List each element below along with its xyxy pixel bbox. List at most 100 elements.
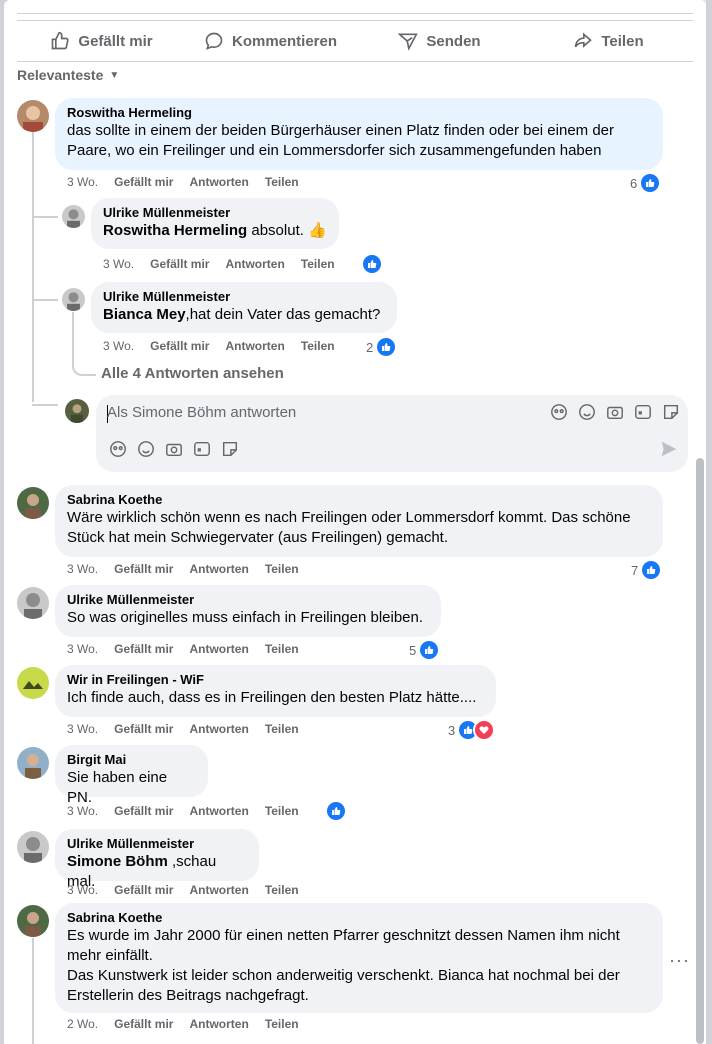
avatar[interactable] xyxy=(17,487,49,519)
comment-reply-link[interactable]: Antworten xyxy=(189,804,248,818)
comment-time[interactable]: 3 Wo. xyxy=(103,257,134,271)
reaction-count[interactable]: 5 xyxy=(409,639,441,661)
comment-reply-link[interactable]: Antworten xyxy=(189,642,248,656)
comment-sort-dropdown[interactable]: Relevanteste ▼ xyxy=(17,67,119,83)
comment-like-link[interactable]: Gefällt mir xyxy=(114,175,173,189)
comment-time[interactable]: 2 Wo. xyxy=(67,1017,98,1031)
comment-action-button[interactable]: Kommentieren xyxy=(186,21,355,61)
send-icon[interactable] xyxy=(660,440,678,458)
composer-toolbar-bottom xyxy=(109,440,239,458)
comment-reply-link[interactable]: Antworten xyxy=(189,562,248,576)
comment-author[interactable]: Sabrina Koethe xyxy=(67,910,651,926)
reaction-count[interactable] xyxy=(361,253,383,275)
more-options-icon[interactable]: ··· xyxy=(669,950,690,971)
comment-share-link[interactable]: Teilen xyxy=(265,562,299,576)
mention-link[interactable]: Bianca Mey xyxy=(103,306,186,323)
comment-author[interactable]: Roswitha Hermeling xyxy=(67,105,651,121)
comment-like-link[interactable]: Gefällt mir xyxy=(150,339,209,353)
mention-link[interactable]: Simone Böhm xyxy=(67,853,168,870)
avatar-sticker-icon[interactable] xyxy=(550,403,568,421)
comment-share-link[interactable]: Teilen xyxy=(301,339,335,353)
avatar[interactable] xyxy=(62,205,85,228)
comment-author[interactable]: Sabrina Koethe xyxy=(67,492,651,508)
view-more-replies-link[interactable]: Alle 4 Antworten ansehen xyxy=(101,365,284,382)
avatar[interactable] xyxy=(17,667,49,699)
comment-author[interactable]: Ulrike Müllenmeister xyxy=(67,592,429,608)
comment-bubble: Sabrina Koethe Wäre wirklich schön wenn … xyxy=(55,485,663,557)
reaction-count[interactable]: 7 xyxy=(631,559,663,581)
comment-share-link[interactable]: Teilen xyxy=(301,257,335,271)
comment-text: absolut. 👍 xyxy=(247,222,327,239)
comment-share-link[interactable]: Teilen xyxy=(265,883,299,897)
scrollbar[interactable] xyxy=(696,458,704,1044)
comment-meta: 3 Wo. Gefällt mir Antworten Teilen xyxy=(67,804,299,818)
comment-time[interactable]: 3 Wo. xyxy=(67,642,98,656)
comment-text: Wäre wirklich schön wenn es nach Freilin… xyxy=(67,509,631,546)
gif-icon[interactable] xyxy=(634,403,652,421)
reaction-count[interactable]: 6 xyxy=(630,172,662,194)
comment-time[interactable]: 3 Wo. xyxy=(67,804,98,818)
sticker-icon[interactable] xyxy=(662,403,680,421)
like-action-button[interactable]: Gefällt mir xyxy=(17,21,186,61)
like-reaction-icon xyxy=(361,253,383,275)
avatar[interactable] xyxy=(17,100,49,132)
comment-bubble: Wir in Freilingen - WiF Ich finde auch, … xyxy=(55,665,496,717)
comment-author[interactable]: Wir in Freilingen - WiF xyxy=(67,672,484,688)
comment-like-link[interactable]: Gefällt mir xyxy=(114,722,173,736)
comment-text: das sollte in einem der beiden Bürgerhäu… xyxy=(67,122,615,159)
gif-icon[interactable] xyxy=(193,440,211,458)
avatar[interactable] xyxy=(17,831,49,863)
comment-like-link[interactable]: Gefällt mir xyxy=(114,1017,173,1031)
comment-like-link[interactable]: Gefällt mir xyxy=(114,804,173,818)
comment-like-link[interactable]: Gefällt mir xyxy=(114,883,173,897)
comment-like-link[interactable]: Gefällt mir xyxy=(114,642,173,656)
comment-share-link[interactable]: Teilen xyxy=(265,722,299,736)
current-user-avatar[interactable] xyxy=(65,399,89,423)
comment-author[interactable]: Birgit Mai xyxy=(67,752,196,768)
comment-share-link[interactable]: Teilen xyxy=(265,175,299,189)
share-action-button[interactable]: Teilen xyxy=(524,21,693,61)
sticker-icon[interactable] xyxy=(221,440,239,458)
emoji-icon[interactable] xyxy=(578,403,596,421)
comment-share-link[interactable]: Teilen xyxy=(265,1017,299,1031)
comment-reply-link[interactable]: Antworten xyxy=(225,339,284,353)
comment-time[interactable]: 3 Wo. xyxy=(67,175,98,189)
comment-bubble: Roswitha Hermeling das sollte in einem d… xyxy=(55,98,663,170)
comment-author[interactable]: Ulrike Müllenmeister xyxy=(103,289,385,305)
comment-reply-link[interactable]: Antworten xyxy=(225,257,284,271)
comment-like-link[interactable]: Gefällt mir xyxy=(114,562,173,576)
reaction-count[interactable] xyxy=(325,800,347,822)
post-action-bar: Gefällt mir Kommentieren Senden Teilen xyxy=(17,20,693,62)
comment-like-link[interactable]: Gefällt mir xyxy=(150,257,209,271)
comment-reply-link[interactable]: Antworten xyxy=(189,883,248,897)
reply-input[interactable]: Als Simone Böhm antworten xyxy=(107,404,296,421)
comment-reply-link[interactable]: Antworten xyxy=(189,1017,248,1031)
reaction-count[interactable]: 2 xyxy=(366,336,398,358)
comment-time[interactable]: 3 Wo. xyxy=(67,722,98,736)
avatar[interactable] xyxy=(17,747,49,779)
comment-action-label: Kommentieren xyxy=(231,32,338,50)
camera-icon[interactable] xyxy=(165,440,183,458)
reaction-count[interactable]: 3 xyxy=(448,719,496,741)
comment-author[interactable]: Ulrike Müllenmeister xyxy=(103,205,327,221)
avatar[interactable] xyxy=(17,905,49,937)
comment-share-link[interactable]: Teilen xyxy=(265,804,299,818)
comment-reply-link[interactable]: Antworten xyxy=(189,175,248,189)
comment-share-link[interactable]: Teilen xyxy=(265,642,299,656)
avatar[interactable] xyxy=(17,587,49,619)
comment-reply-link[interactable]: Antworten xyxy=(189,722,248,736)
comment-text: So was originelles muss einfach in Freil… xyxy=(67,609,424,626)
send-action-button[interactable]: Senden xyxy=(355,21,524,61)
avatar-sticker-icon[interactable] xyxy=(109,440,127,458)
comment-time[interactable]: 3 Wo. xyxy=(103,339,134,353)
avatar[interactable] xyxy=(62,288,85,311)
reply-composer: Als Simone Böhm antworten xyxy=(96,395,688,472)
comment-time[interactable]: 3 Wo. xyxy=(67,883,98,897)
mention-link[interactable]: Roswitha Hermeling xyxy=(103,222,247,239)
comment-time[interactable]: 3 Wo. xyxy=(67,562,98,576)
comment-bubble: Sabrina Koethe Es wurde im Jahr 2000 für… xyxy=(55,903,663,1013)
camera-icon[interactable] xyxy=(606,403,624,421)
send-action-label: Senden xyxy=(426,32,481,50)
comment-author[interactable]: Ulrike Müllenmeister xyxy=(67,836,247,852)
emoji-icon[interactable] xyxy=(137,440,155,458)
